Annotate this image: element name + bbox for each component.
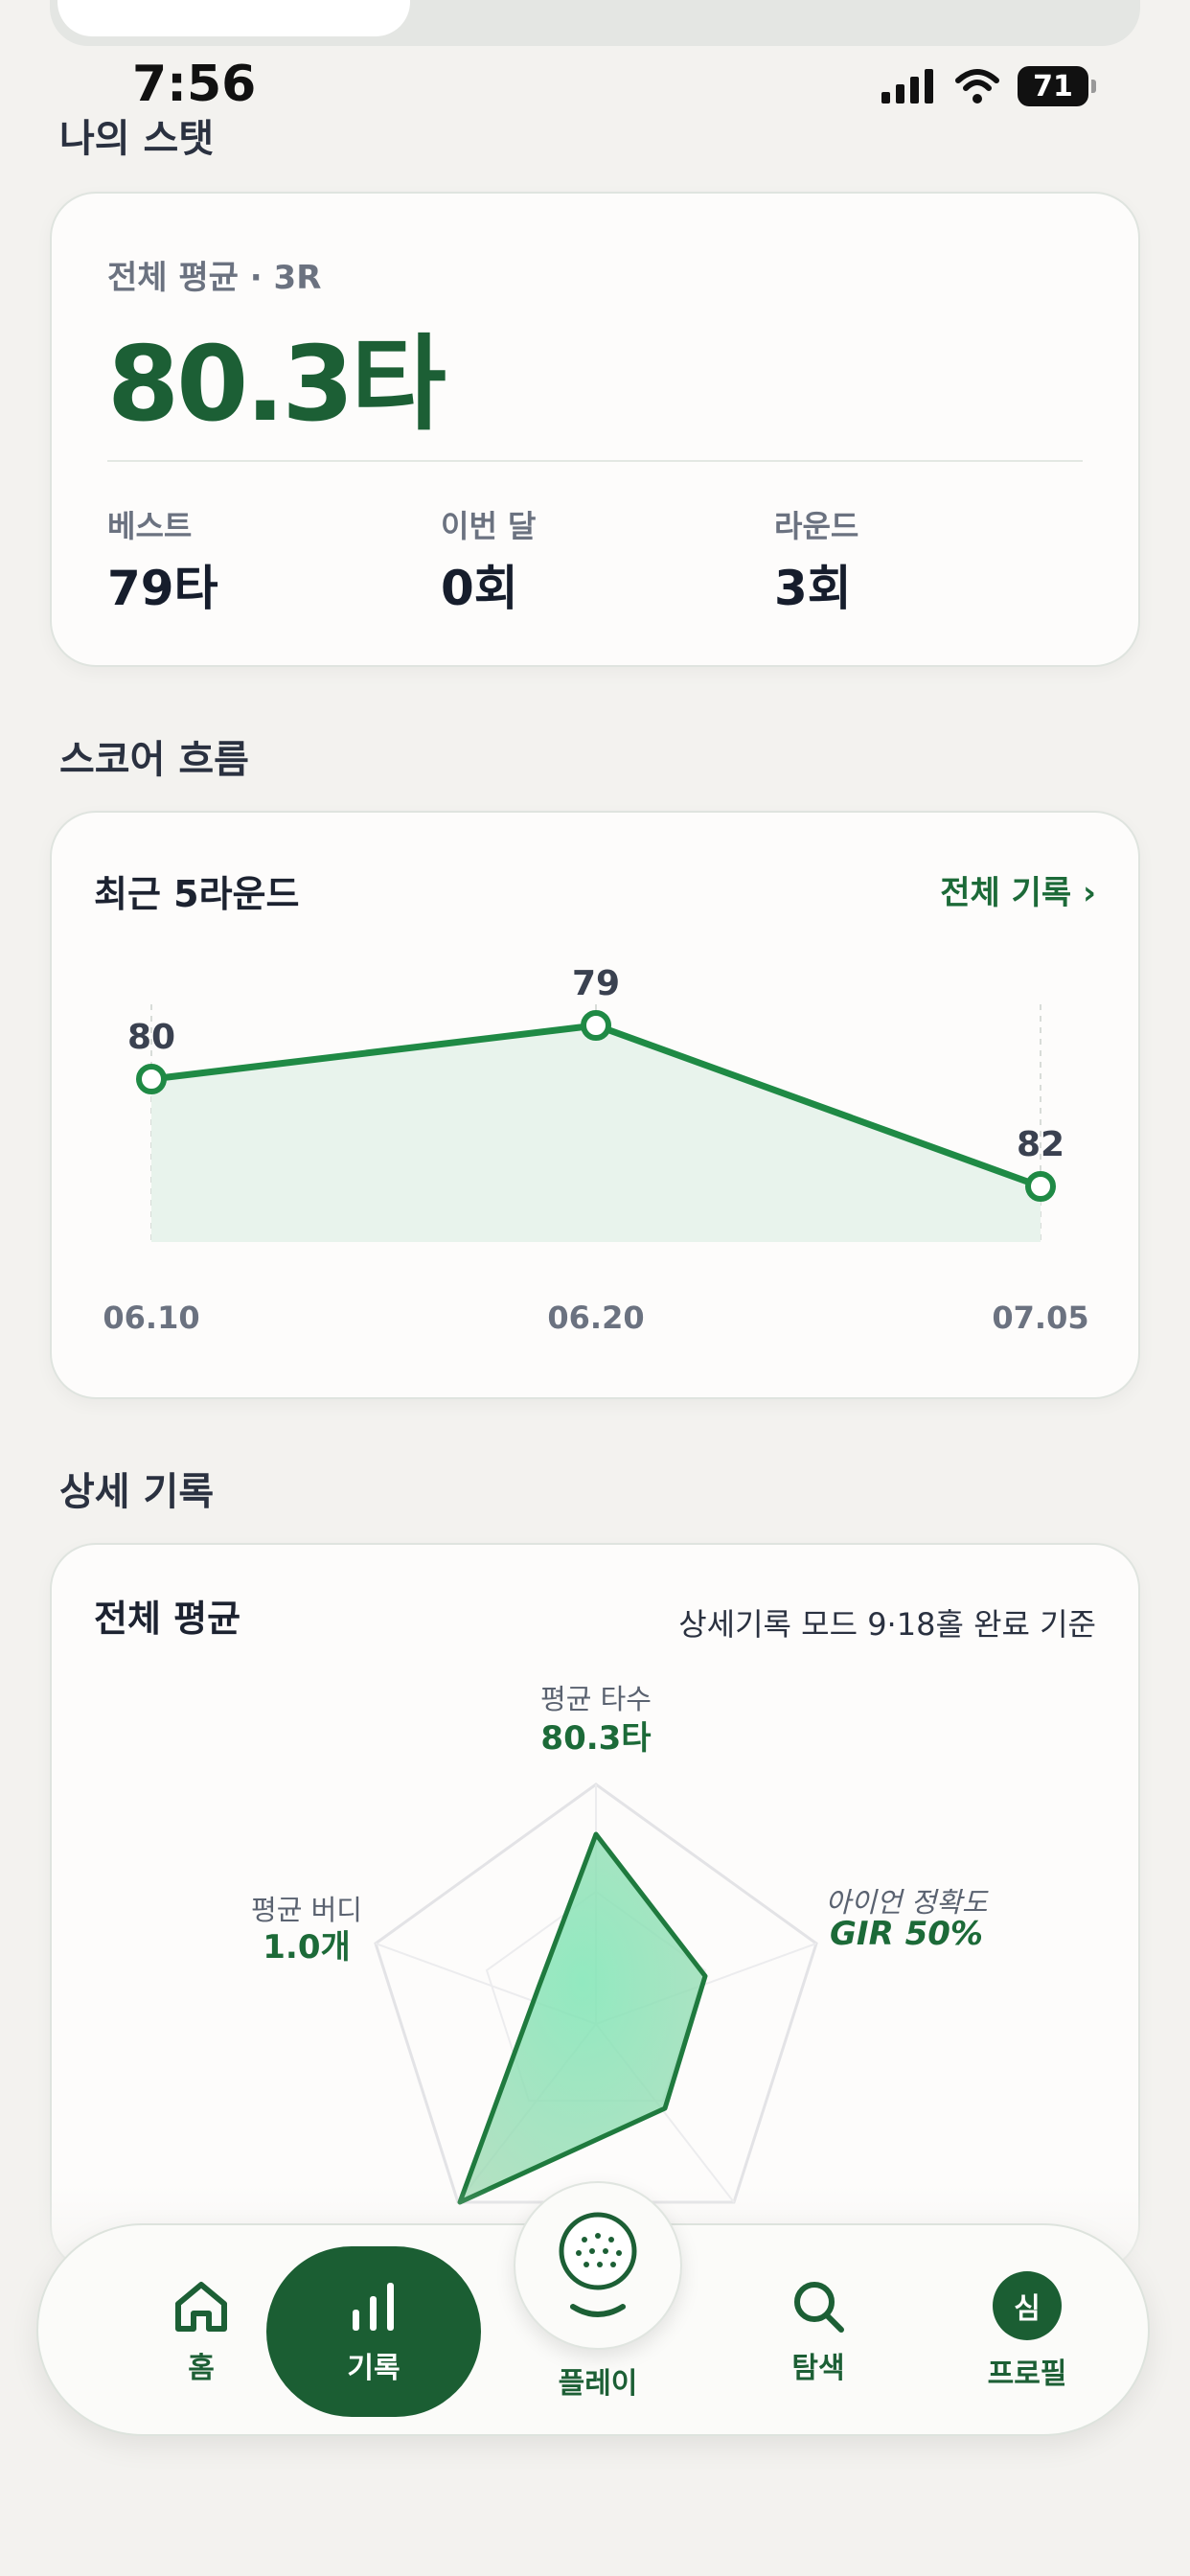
nav-item-profile[interactable]: 심 프로필 [941, 2225, 1113, 2438]
wifi-icon [955, 69, 999, 104]
status-icons: 71 [880, 63, 1096, 109]
nav-label-records: 기록 [347, 2352, 400, 2385]
avg-value: 80.3타 [107, 325, 446, 445]
chart-point[interactable] [581, 1010, 611, 1041]
chart-x-tick: 06.20 [547, 1300, 645, 1336]
chart-data-label: 80 [126, 1018, 176, 1057]
chart-bars-icon [353, 2283, 394, 2331]
divider [107, 460, 1083, 462]
chart-data-label: 79 [571, 964, 621, 1003]
radar-data-area [457, 1831, 708, 2205]
detail-card: 전체 평균 상세기록 모드 9·18홀 완료 기준 평균 타수 80.3타 아이… [50, 1543, 1140, 2271]
top-segmented-control[interactable] [50, 0, 1140, 46]
avatar: 심 [993, 2271, 1062, 2340]
stats-card: 전체 평균 · 3R 80.3타 베스트 79타 이번 달 0회 라운드 3회 [50, 192, 1140, 667]
battery-indicator: 71 [1018, 66, 1096, 106]
chart-x-tick: 06.10 [103, 1300, 200, 1336]
chart-point[interactable] [136, 1064, 167, 1094]
nav-item-play[interactable]: 플레이 [512, 2225, 684, 2438]
nav-item-explore[interactable]: 탐색 [732, 2225, 904, 2438]
home-icon [175, 2282, 227, 2332]
radar-axis-iron-value: GIR 50% [830, 1915, 983, 1953]
score-chart-card: 최근 5라운드 전체 기록 › 80 06.10 79 06.20 82 07.05 [50, 811, 1140, 1399]
month-label: 이번 달 [441, 508, 537, 544]
nav-item-records[interactable]: 기록 [287, 2225, 460, 2438]
section-title-stats: 나의 스탯 [59, 117, 215, 161]
chart-point[interactable] [1025, 1171, 1056, 1202]
chart-data-label: 82 [1016, 1125, 1065, 1164]
nav-label-profile: 프로필 [987, 2358, 1067, 2391]
nav-item-home[interactable]: 홈 [115, 2225, 287, 2438]
nav-label-play: 플레이 [558, 2367, 638, 2401]
radar-axis-birdie-value: 1.0개 [263, 1928, 351, 1966]
segment-active[interactable] [57, 0, 410, 36]
chart-x-tick: 07.05 [992, 1300, 1089, 1336]
best-value: 79타 [107, 561, 218, 616]
status-time: 7:56 [132, 56, 257, 113]
chart-area [151, 1025, 1041, 1242]
section-title-detail: 상세 기록 [59, 1470, 215, 1514]
nav-label-home: 홈 [188, 2352, 215, 2385]
rounds-label: 라운드 [774, 508, 859, 544]
section-title-score: 스코어 흐름 [59, 738, 249, 782]
rounds-value: 3회 [774, 561, 852, 616]
avg-label: 전체 평균 · 3R [107, 259, 322, 297]
nav-label-explore: 탐색 [791, 2352, 845, 2385]
radar-axis-avg-strokes-value: 80.3타 [540, 1719, 652, 1758]
month-value: 0회 [441, 561, 518, 616]
bottom-nav: 홈 기록 플레이 탐색 심 프로필 [36, 2181, 1150, 2438]
best-label: 베스트 [107, 508, 193, 544]
cellular-signal-icon [881, 69, 933, 104]
search-icon [794, 2282, 844, 2333]
